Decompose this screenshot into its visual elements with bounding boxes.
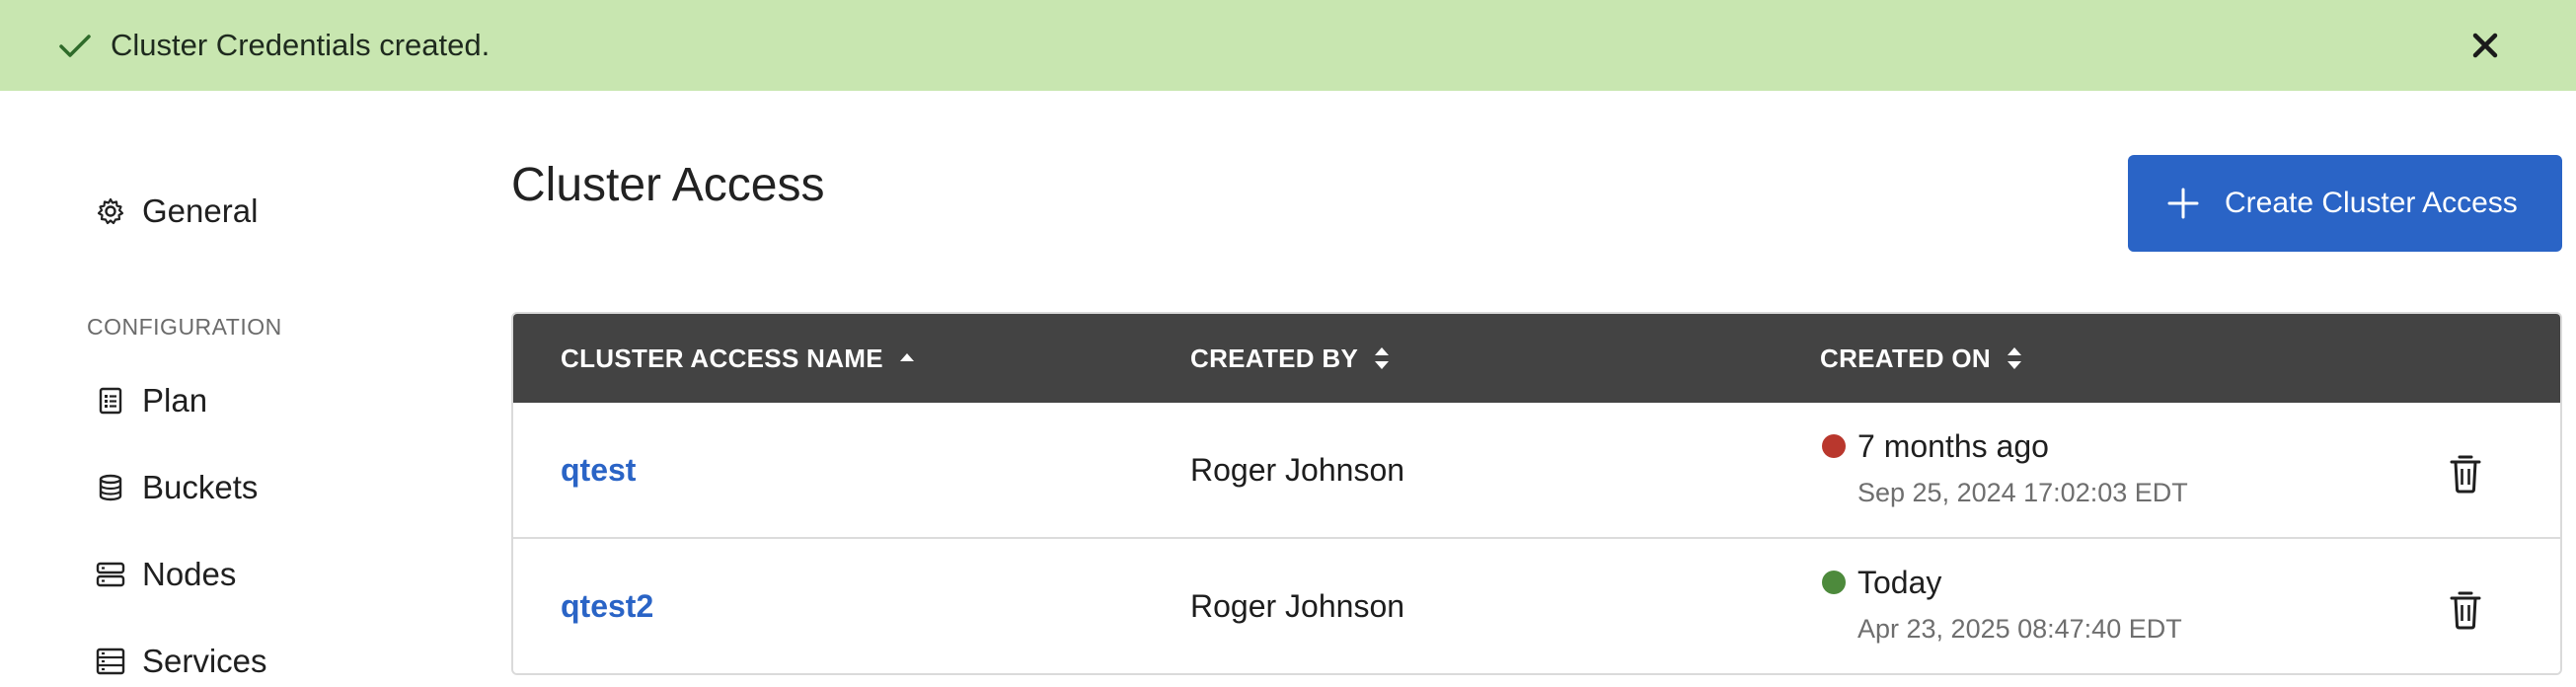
table-header: CLUSTER ACCESS NAME CREATED BY CREATED O…	[513, 314, 2560, 403]
status-dot	[1822, 571, 1846, 594]
created-by-value: Roger Johnson	[1190, 452, 1405, 488]
create-button-label: Create Cluster Access	[2225, 187, 2518, 219]
created-absolute: Sep 25, 2024 17:02:03 EDT	[1857, 478, 2188, 507]
database-icon	[91, 468, 130, 507]
created-absolute: Apr 23, 2025 08:47:40 EDT	[1857, 614, 2182, 644]
sidebar-item-general[interactable]: General	[91, 186, 258, 237]
cluster-access-name-link[interactable]: qtest2	[561, 588, 653, 625]
plan-icon	[91, 381, 130, 420]
sidebar: General CONFIGURATION Plan Buckets Nodes…	[0, 91, 474, 685]
sidebar-item-label: Plan	[142, 382, 208, 419]
check-icon	[59, 35, 91, 57]
column-header-label: CREATED BY	[1190, 343, 1359, 373]
sidebar-item-plan[interactable]: Plan	[91, 375, 207, 426]
delete-icon[interactable]	[2446, 588, 2485, 632]
services-icon	[91, 642, 130, 681]
column-header-label: CREATED ON	[1820, 343, 1991, 373]
column-header-created-on[interactable]: CREATED ON	[1820, 314, 2024, 403]
sort-ascending-icon	[899, 353, 914, 361]
success-toast: Cluster Credentials created.	[0, 0, 2576, 91]
close-icon[interactable]	[2465, 26, 2505, 65]
sidebar-item-buckets[interactable]: Buckets	[91, 462, 258, 513]
sidebar-item-nodes[interactable]: Nodes	[91, 549, 236, 600]
sidebar-item-label: General	[142, 192, 259, 229]
table-row: qtest Roger Johnson 7 months ago Sep 25,…	[513, 403, 2560, 539]
column-header-name[interactable]: CLUSTER ACCESS NAME	[561, 314, 917, 403]
toast-message: Cluster Credentials created.	[111, 28, 491, 62]
column-header-label: CLUSTER ACCESS NAME	[561, 343, 883, 373]
sidebar-section-heading: CONFIGURATION	[87, 314, 282, 340]
sidebar-item-services[interactable]: Services	[91, 636, 267, 687]
cluster-access-name-link[interactable]: qtest	[561, 452, 636, 489]
column-header-created-by[interactable]: CREATED BY	[1190, 314, 1392, 403]
delete-icon[interactable]	[2446, 452, 2485, 496]
created-by-value: Roger Johnson	[1190, 588, 1405, 624]
table-row: qtest2 Roger Johnson Today Apr 23, 2025 …	[513, 539, 2560, 673]
plus-icon	[2167, 188, 2199, 219]
page-title: Cluster Access	[511, 159, 825, 211]
sort-icon	[2007, 347, 2021, 369]
status-dot	[1822, 434, 1846, 458]
nodes-icon	[91, 555, 130, 594]
created-relative: Today	[1857, 565, 1942, 600]
created-relative: 7 months ago	[1857, 428, 2049, 464]
create-cluster-access-button[interactable]: Create Cluster Access	[2128, 155, 2562, 252]
sidebar-item-label: Nodes	[142, 556, 237, 592]
sort-icon	[1375, 347, 1390, 369]
cluster-access-table: CLUSTER ACCESS NAME CREATED BY CREATED O…	[511, 312, 2562, 675]
sidebar-item-label: Services	[142, 643, 267, 679]
sidebar-item-label: Buckets	[142, 469, 259, 505]
gear-icon	[91, 191, 130, 231]
